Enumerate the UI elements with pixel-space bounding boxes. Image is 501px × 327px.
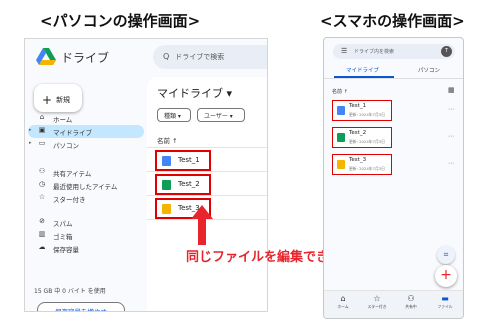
slides-icon xyxy=(162,204,171,214)
file-name: Test_1 xyxy=(178,156,200,164)
new-button-label: 新規 xyxy=(56,96,71,104)
sidebar-item-shared[interactable]: ⚇ 共有アイテム xyxy=(25,166,145,179)
sidebar-item-label: ゴミ箱 xyxy=(53,233,73,241)
recent-icon: ◷ xyxy=(38,180,46,188)
divider xyxy=(147,147,267,148)
bottom-nav-home[interactable]: ⌂ ホーム xyxy=(326,294,360,310)
slides-icon xyxy=(337,160,345,169)
get-more-storage-button[interactable]: 保存容量を増やす xyxy=(37,302,125,311)
expand-arrow-icon[interactable]: ▸ xyxy=(29,127,32,133)
sidebar-item-spam[interactable]: ⊘ スパム xyxy=(25,216,145,229)
docs-icon xyxy=(337,106,345,115)
sidebar-item-star[interactable]: ☆ スター付き xyxy=(25,192,145,205)
bottom-navigation: ⌂ ホーム ☆ スター付き ⚇ 共有中 ▬ ファイル xyxy=(324,290,463,318)
search-input[interactable]: ☰ ドライブ内を検索 T xyxy=(333,44,455,59)
shared-icon: ⚇ xyxy=(38,167,46,175)
file-row[interactable]: Test_2 xyxy=(155,174,211,195)
bottom-nav-label: 共有中 xyxy=(405,304,417,309)
shared-icon: ⚇ xyxy=(407,294,415,303)
sheets-icon xyxy=(337,133,345,142)
file-modified-date: 更新: 2024年7月3日 xyxy=(349,112,385,117)
file-name: Test_3 xyxy=(349,157,367,163)
sidebar-item-cloud[interactable]: ☁ 保存容量 xyxy=(25,242,145,255)
sidebar-item-home[interactable]: ⌂ ホーム xyxy=(25,112,145,125)
search-placeholder: ドライブで検索 xyxy=(175,53,225,61)
tab-computers[interactable]: パソコン xyxy=(418,66,440,74)
trash-icon: ▥ xyxy=(38,230,46,238)
search-placeholder: ドライブ内を検索 xyxy=(354,49,395,55)
file-name: Test_1 xyxy=(349,103,367,109)
new-button[interactable]: + 新規 xyxy=(34,84,82,112)
file-name: Test_2 xyxy=(178,180,200,188)
home-icon: ⌂ xyxy=(39,113,45,121)
star-icon: ☆ xyxy=(373,294,381,303)
grid-view-icon[interactable]: ▦ xyxy=(448,86,455,94)
new-fab-button[interactable]: + xyxy=(435,265,457,287)
docs-icon xyxy=(162,156,171,166)
file-modified-date: 更新: 2024年7月3日 xyxy=(349,166,385,171)
tab-my-drive[interactable]: マイドライブ xyxy=(346,66,379,74)
name-column-header[interactable]: 名前 ↑ xyxy=(157,135,178,145)
scan-fab-button[interactable]: ⌗ xyxy=(437,246,455,264)
sidebar-item-label: スパム xyxy=(53,220,73,228)
sidebar-item-recent[interactable]: ◷ 最近使用したアイテム xyxy=(25,179,145,192)
spam-icon: ⊘ xyxy=(39,217,45,225)
main-content: マイドライブ ▾ 種類 ▾ ユーザー ▾ 名前 ↑ Test_1 Test_2 Te… xyxy=(147,77,267,311)
file-name: Test_2 xyxy=(349,130,367,136)
filter-type-chip[interactable]: 種類 ▾ xyxy=(157,108,191,122)
sidebar-item-computer[interactable]: ▸ ▭ パソコン xyxy=(25,138,145,151)
sidebar-item-label: 最近使用したアイテム xyxy=(53,183,118,191)
expand-arrow-icon[interactable]: ▸ xyxy=(29,140,32,146)
file-row[interactable]: Test_1 xyxy=(155,150,211,171)
divider xyxy=(147,195,267,196)
pc-drive-window: ドライブ Q ドライブで検索 + 新規 ⌂ ホーム ▸ ▣ マイドライブ ▸ ▭ パソコン ⚇ 共有ア… xyxy=(24,38,268,312)
sidebar-item-label: ホーム xyxy=(53,116,73,124)
page-title[interactable]: マイドライブ ▾ xyxy=(157,85,232,101)
pc-heading: <パソコンの操作画面> xyxy=(40,12,201,30)
search-input[interactable]: Q ドライブで検索 xyxy=(153,45,267,69)
cloud-icon: ☁ xyxy=(38,243,46,251)
storage-usage-text: 15 GB 中 0 バイト を使用 xyxy=(34,288,106,295)
sidebar-item-label: 保存容量 xyxy=(53,246,79,254)
red-arrow-up-pc-icon xyxy=(191,205,213,245)
sidebar-item-label: 共有アイテム xyxy=(53,170,92,178)
bottom-nav-label: ファイル xyxy=(437,304,453,309)
plus-icon: + xyxy=(42,93,53,107)
sort-label[interactable]: 名前 ↑ xyxy=(332,88,348,95)
avatar[interactable]: T xyxy=(441,46,452,57)
sidebar-item-my-drive[interactable]: ▸ ▣ マイドライブ xyxy=(25,125,145,138)
search-icon: Q xyxy=(163,52,170,61)
file-row[interactable]: Test_3 更新: 2024年7月3日 xyxy=(332,154,392,175)
sidebar-item-label: パソコン xyxy=(53,142,79,150)
divider xyxy=(147,171,267,172)
filter-user-chip[interactable]: ユーザー ▾ xyxy=(197,108,245,122)
more-options-icon[interactable]: ⋯ xyxy=(448,160,454,167)
file-row[interactable]: Test_2 更新: 2024年7月3日 xyxy=(332,127,392,148)
star-icon: ☆ xyxy=(38,193,46,201)
file-modified-date: 更新: 2024年7月3日 xyxy=(349,139,385,144)
bottom-nav-label: ホーム xyxy=(337,304,349,309)
folder-icon: ▬ xyxy=(441,294,449,303)
sidebar-item-trash[interactable]: ▥ ゴミ箱 xyxy=(25,229,145,242)
home-icon: ⌂ xyxy=(340,294,346,303)
bottom-nav-label: スター付き xyxy=(367,304,387,309)
menu-icon[interactable]: ☰ xyxy=(341,47,347,55)
bottom-nav-star[interactable]: ☆ スター付き xyxy=(360,294,394,310)
sidebar-item-label: スター付き xyxy=(53,196,86,204)
sheets-icon xyxy=(162,180,171,190)
more-options-icon[interactable]: ⋯ xyxy=(448,133,454,140)
my-drive-icon: ▣ xyxy=(38,126,46,134)
app-title: ドライブ xyxy=(61,51,110,65)
divider xyxy=(324,78,463,79)
file-row[interactable]: Test_1 更新: 2024年7月3日 xyxy=(332,100,392,121)
bottom-nav-shared[interactable]: ⚇ 共有中 xyxy=(394,294,428,310)
more-options-icon[interactable]: ⋯ xyxy=(448,106,454,113)
google-drive-logo-icon[interactable] xyxy=(36,48,56,66)
sidebar-item-label: マイドライブ xyxy=(53,129,92,137)
smartphone-drive-screen: ☰ ドライブ内を検索 T マイドライブ パソコン 名前 ↑ ▦ Test_1 更新… xyxy=(323,37,464,319)
caption-text: 同じファイルを編集できる xyxy=(186,250,342,265)
computer-icon: ▭ xyxy=(38,139,46,147)
smartphone-heading: <スマホの操作画面> xyxy=(320,12,465,30)
bottom-nav-folder[interactable]: ▬ ファイル xyxy=(428,294,462,310)
